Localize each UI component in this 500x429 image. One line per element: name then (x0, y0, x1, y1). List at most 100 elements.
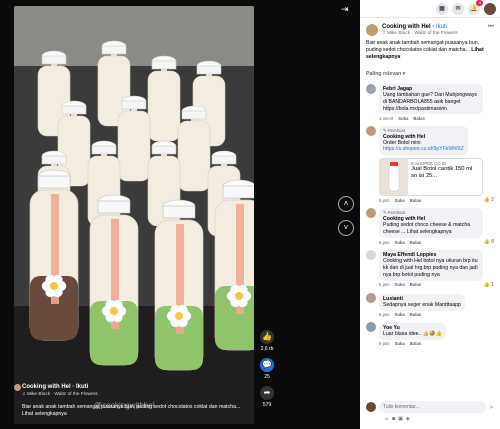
video-music-label: Mike Block · Waltz of the Flowers (26, 392, 98, 397)
comment-meta: 6 jam Suka Balas (379, 341, 494, 346)
comment-item: Maya Effendi Loppies Cooking with Hel bo… (366, 250, 494, 288)
comment-bubble: Maya Effendi Loppies Cooking with Hel bo… (379, 250, 483, 281)
comment-item: Yoe Yu Luar biasa idee.. 👍🤣👍 6 jam Suka … (366, 321, 494, 346)
share-count: 579 (262, 402, 272, 408)
previous-button[interactable]: ˄ (338, 196, 354, 212)
top-bar: ▦ ✉ 🔔 4 (360, 0, 500, 18)
share-icon: ➦ (260, 386, 274, 400)
comment-reply-button[interactable]: Balas (413, 116, 424, 121)
product-image (380, 159, 408, 196)
share-button[interactable]: ➦ 579 (256, 386, 278, 408)
like-button[interactable]: 👍 2,6 rb (256, 330, 278, 352)
post-music-label: Mike Block · Waltz of the Flowers (386, 31, 458, 36)
camera-icon[interactable]: ◙ (392, 416, 395, 422)
reaction-count[interactable]: 👍 1 (484, 282, 494, 288)
comment-reply-button[interactable]: Balas (410, 312, 421, 317)
grid-icon[interactable]: ▦ (436, 2, 448, 15)
reaction-count-value: 2 (491, 197, 494, 204)
comment-reply-button[interactable]: Balas (410, 198, 421, 203)
video-caption: Biar anak anak tambah semangat puasanya … (22, 404, 241, 417)
bell-icon[interactable]: 🔔 4 (468, 0, 483, 15)
comment-like-button[interactable]: Suka (395, 312, 405, 317)
chevron-up-icon: ˄ (343, 199, 349, 208)
reaction-count[interactable]: 👍 8 (484, 239, 494, 245)
comment-time[interactable]: 6 jam (379, 312, 390, 317)
post-header: Cooking with Hel · Ikuti ♫ Mike Block · … (360, 18, 500, 36)
video-music[interactable]: ♫ Mike Block · Waltz of the Flowers (22, 392, 98, 397)
comment-bubble: Yoe Yu Luar biasa idee.. 👍🤣👍 (379, 322, 447, 340)
comment-composer: Tulis komentar... ➤ (360, 398, 500, 416)
comment-reply-button[interactable]: Balas (410, 282, 421, 287)
gif-icon[interactable]: ▣ (398, 416, 403, 422)
more-icon[interactable]: ••• (488, 24, 494, 36)
comment-like-button[interactable]: Suka (395, 240, 405, 245)
video-frame-image (14, 6, 254, 424)
comment-button[interactable]: 💬 25 (256, 358, 278, 380)
comment-link[interactable]: https://s.shopee.co.id/9pYFkWhf3Z (383, 146, 464, 153)
comment-meta: 6 jam Suka Balas 👍 8 (379, 239, 494, 245)
commenter-avatar[interactable] (366, 84, 376, 94)
commenter-avatar[interactable] (366, 250, 376, 261)
comment-meta: 5 jam Suka Balas 👍 1 (379, 282, 494, 288)
comment-meta: 6 jam Suka Balas (379, 312, 494, 317)
comment-meta: 6 jam Suka Balas 👍 2 (379, 197, 494, 203)
sort-label: Paling relevan (366, 71, 402, 77)
video-player[interactable]: @cookingwithhel (14, 6, 254, 424)
emoji-icon[interactable]: ☺ (384, 416, 389, 422)
video-author[interactable]: Cooking with Hel · Ikuti (22, 384, 88, 390)
comment-bubble: ✎ Pembuat Cooking with Hel Order Botol m… (379, 125, 468, 156)
link-preview-card[interactable]: S.SHOPEE.CO.ID Jual Botol cantik 150 ml … (379, 158, 483, 197)
reaction-count-value: 1 (491, 281, 494, 288)
messenger-icon[interactable]: ✉ (452, 2, 464, 15)
comments-panel: ▦ ✉ 🔔 4 Cooking with Hel · Ikuti ♫ Mike B… (360, 0, 500, 429)
commenter-avatar[interactable] (366, 208, 376, 219)
send-icon[interactable]: ➤ (489, 404, 494, 411)
comment-like-button[interactable]: Suka (395, 341, 405, 346)
post-author-name[interactable]: Cooking with Hel (382, 24, 431, 30)
comment-time[interactable]: 1 menit (379, 116, 393, 121)
comment-text: Order Botol mini (383, 139, 421, 146)
post-caption-text: Biar anak anak tambah semangat puasanya … (366, 40, 480, 53)
author-avatar[interactable] (14, 384, 21, 391)
comment-like-button[interactable]: Suka (395, 198, 405, 203)
video-stage: @cookingwithhel Cooking with Hel · Ikuti… (0, 0, 360, 429)
collapse-icon[interactable]: ⇥ (341, 4, 349, 15)
reaction-count[interactable]: 👍 2 (484, 197, 494, 203)
comment-like-button[interactable]: Suka (395, 282, 405, 287)
commenter-avatar[interactable] (366, 125, 376, 136)
comment-time[interactable]: 6 jam (379, 198, 390, 203)
post-follow-link[interactable]: Ikuti (436, 24, 447, 30)
comment-icon: 💬 (260, 358, 274, 372)
comment-time[interactable]: 6 jam (379, 240, 390, 245)
reel-viewer: @cookingwithhel Cooking with Hel · Ikuti… (0, 0, 500, 429)
sort-dropdown[interactable]: Paling relevan ▾ (360, 61, 500, 79)
comment-item: Febri Jagap Uang tambahan gue? Dari Mahj… (366, 84, 494, 121)
post-author-avatar[interactable] (366, 24, 378, 36)
video-follow-link[interactable]: Ikuti (76, 384, 88, 390)
comment-time[interactable]: 6 jam (379, 341, 390, 346)
bottle-thumbnail (388, 162, 400, 192)
comment-item: Lusianti Sedapnya seger enak Mantttaapp … (366, 292, 494, 317)
commenter-avatar[interactable] (366, 292, 376, 303)
commenter-avatar[interactable] (366, 321, 376, 332)
next-button[interactable]: ˅ (338, 220, 354, 236)
comment-time[interactable]: 5 jam (379, 282, 390, 287)
comment-text: Luar biasa idee.. 👍🤣👍 (383, 330, 443, 337)
comment-text: Cooking with Hel botol nya ukuran brp it… (383, 258, 478, 278)
comment-reply-button[interactable]: Balas (410, 341, 421, 346)
action-rail: 👍 2,6 rb 💬 25 ➦ 579 (256, 330, 278, 414)
comment-reply-button[interactable]: Balas (410, 240, 421, 245)
comment-like-button[interactable]: Suka (398, 116, 408, 121)
avatar[interactable] (484, 2, 496, 15)
video-author-name[interactable]: Cooking with Hel (22, 384, 71, 390)
comment-list: Febri Jagap Uang tambahan gue? Dari Mahj… (360, 84, 500, 346)
comment-bubble: Febri Jagap Uang tambahan gue? Dari Mahj… (379, 84, 483, 115)
post-music[interactable]: ♫ Mike Block · Waltz of the Flowers (382, 31, 458, 36)
comment-bubble: ✎ Pembuat Cooking with Hel Puding sedot … (379, 208, 483, 238)
like-count: 2,6 rb (260, 346, 274, 352)
comment-text: Sedapnya seger enak Mantttaapp (383, 301, 461, 308)
comment-input[interactable]: Tulis komentar... (379, 401, 486, 413)
chevron-down-icon: ˅ (343, 223, 349, 232)
sticker-icon[interactable]: ◈ (406, 416, 410, 422)
comment-text: Uang tambahan gue? Dari Mahjongways di B… (383, 92, 478, 112)
